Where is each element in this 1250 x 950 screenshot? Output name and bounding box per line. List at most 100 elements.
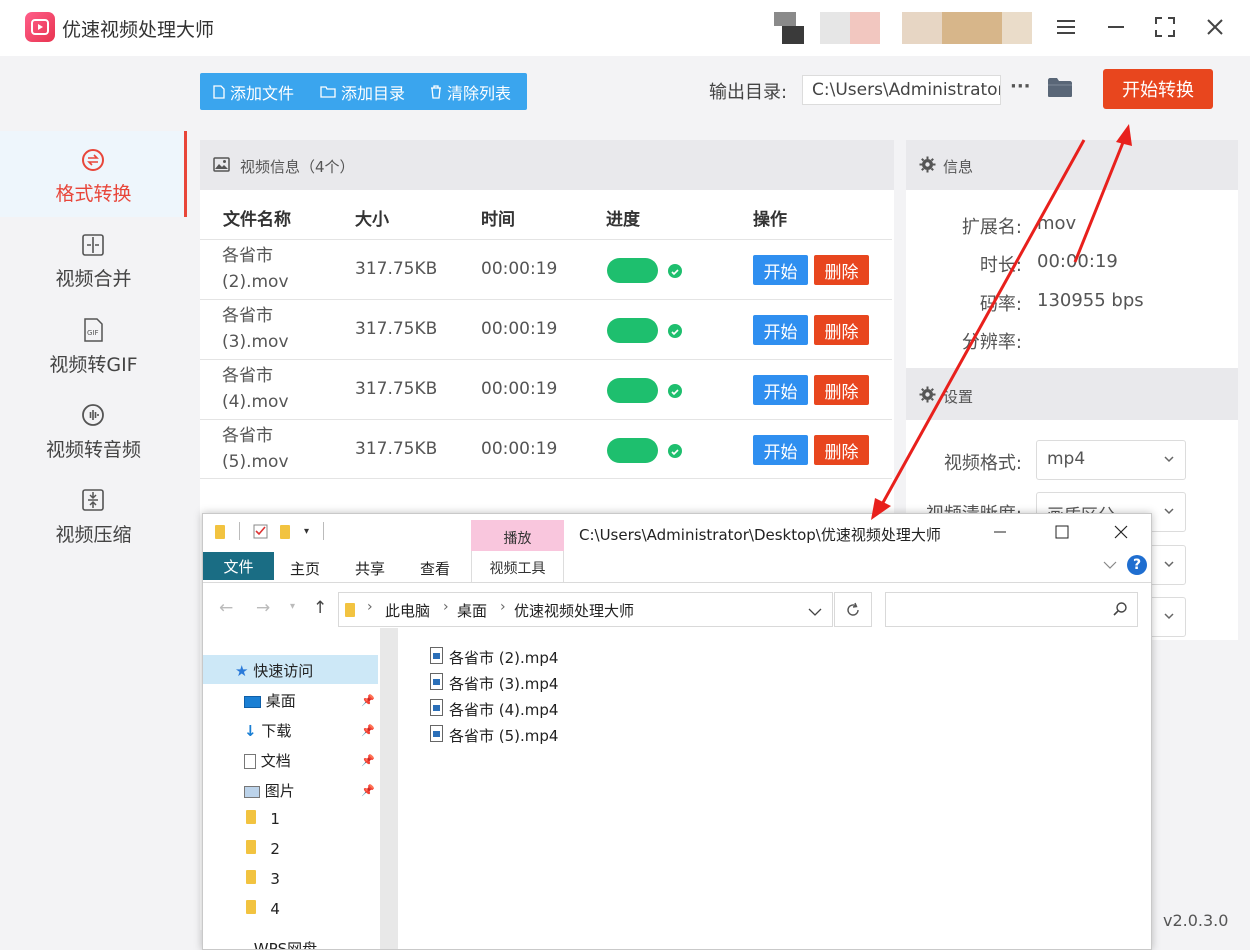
file-item[interactable]: 各省市 (3).mp4 <box>449 673 558 694</box>
sidebar-item-compress[interactable]: 视频压缩 <box>0 474 187 560</box>
explorer-minimize-button[interactable] <box>993 524 1007 543</box>
breadcrumb-this-pc[interactable]: 此电脑 <box>385 600 430 621</box>
output-dir-field[interactable]: C:\Users\Administrator\ <box>802 75 1001 105</box>
nav-item-pictures[interactable]: 图片 <box>244 780 295 801</box>
sidebar-item-label: 视频转GIF <box>49 354 138 376</box>
recent-locations-icon[interactable]: ▾ <box>290 601 295 612</box>
format-select[interactable]: mp4 <box>1036 440 1186 480</box>
sidebar-item-gif[interactable]: GIF 视频转GIF <box>0 303 187 389</box>
desktop-icon <box>244 695 261 708</box>
nav-item-folder-1[interactable]: 1 <box>246 810 280 828</box>
user-avatar-blurred <box>762 12 1032 44</box>
gif-icon: GIF <box>84 318 103 342</box>
file-button-group: 添加文件 添加目录 清除列表 <box>200 73 527 110</box>
nav-item-documents[interactable]: 文档 <box>244 750 291 771</box>
ribbon-tab-home[interactable]: 主页 <box>290 558 320 579</box>
file-name: 各省市 (4).mov <box>222 366 289 412</box>
help-icon[interactable]: ? <box>1127 555 1147 575</box>
progress-bar <box>607 318 658 343</box>
pin-icon: 📌 <box>361 784 375 797</box>
sidebar-item-audio[interactable]: 视频转音频 <box>0 388 187 474</box>
address-dropdown-icon[interactable] <box>808 602 822 621</box>
ext-label: 扩展名: <box>961 217 1022 238</box>
sidebar-item-format-convert[interactable]: 格式转换 <box>0 131 187 217</box>
nav-item-folder-4[interactable]: 4 <box>246 900 280 918</box>
new-folder-icon[interactable] <box>280 524 290 543</box>
start-button[interactable]: 开始 <box>753 375 808 405</box>
nav-item-folder-2[interactable]: 2 <box>246 840 280 858</box>
delete-button[interactable]: 删除 <box>814 375 869 405</box>
menu-button[interactable] <box>1046 10 1086 44</box>
ribbon-context-tab[interactable]: 播放 <box>471 520 564 551</box>
start-button[interactable]: 开始 <box>753 315 808 345</box>
open-folder-button[interactable] <box>1047 77 1073 102</box>
explorer-title: C:\Users\Administrator\Desktop\优速视频处理大师 <box>579 526 941 544</box>
breadcrumb-desktop[interactable]: 桌面 <box>457 600 487 621</box>
nav-item-folder-3[interactable]: 3 <box>246 870 280 888</box>
format-convert-icon <box>82 149 104 171</box>
refresh-icon <box>847 602 859 616</box>
progress-bar <box>607 258 658 283</box>
delete-button[interactable]: 删除 <box>814 435 869 465</box>
nav-item-desktop[interactable]: 桌面 <box>244 690 296 711</box>
delete-button[interactable]: 删除 <box>814 315 869 345</box>
delete-button[interactable]: 删除 <box>814 255 869 285</box>
video-file-icon <box>430 647 443 664</box>
ribbon-tab-share[interactable]: 共享 <box>355 558 385 579</box>
ribbon-context-group[interactable]: 视频工具 <box>471 551 564 583</box>
video-file-icon <box>430 673 443 690</box>
folder-icon <box>246 810 256 824</box>
clear-list-button[interactable]: 清除列表 <box>430 73 511 110</box>
explorer-maximize-button[interactable] <box>1055 524 1069 543</box>
file-item[interactable]: 各省市 (5).mp4 <box>449 725 558 746</box>
divider <box>323 522 324 540</box>
format-label: 视频格式: <box>943 453 1022 474</box>
nav-item-wps-cloud[interactable]: ☁ WPS网盘 <box>235 938 317 949</box>
back-arrow-icon[interactable]: ← <box>219 598 233 618</box>
trash-icon <box>431 84 441 99</box>
chevron-down-icon <box>1164 456 1174 463</box>
add-directory-button[interactable]: 添加目录 <box>320 73 405 110</box>
chevron-right-icon: › <box>500 599 506 615</box>
sidebar-item-label: 格式转换 <box>55 183 132 205</box>
customize-toolbar-icon[interactable]: ▾ <box>304 526 309 537</box>
file-item[interactable]: 各省市 (4).mp4 <box>449 699 558 720</box>
table-row: 各省市 (2).mov 317.75KB 00:00:19 开始 删除 <box>200 239 892 299</box>
close-button[interactable] <box>1195 10 1235 44</box>
file-item[interactable]: 各省市 (2).mp4 <box>449 647 558 668</box>
file-explorer-window: ▾ 播放 视频工具 C:\Users\Administrator\Desktop… <box>202 513 1152 950</box>
gear-icon <box>919 156 936 173</box>
file-name: 各省市 (3).mov <box>222 306 289 352</box>
more-options-button[interactable]: ··· <box>1010 76 1032 97</box>
forward-arrow-icon[interactable]: → <box>256 598 270 618</box>
duration-value: 00:00:19 <box>1037 251 1118 272</box>
column-header-action: 操作 <box>753 210 787 230</box>
breadcrumb-folder[interactable]: 优速视频处理大师 <box>514 600 634 621</box>
file-size: 317.75KB <box>355 379 438 399</box>
add-file-button[interactable]: 添加文件 <box>213 73 294 110</box>
start-convert-button[interactable]: 开始转换 <box>1103 69 1213 109</box>
ribbon-expand-icon[interactable] <box>1103 558 1117 574</box>
explorer-close-button[interactable] <box>1114 524 1128 543</box>
menu-icon <box>1057 20 1075 34</box>
ribbon-tab-file[interactable]: 文件 <box>203 552 274 580</box>
check-icon <box>668 384 682 398</box>
audio-icon <box>82 404 104 426</box>
minimize-button[interactable] <box>1096 10 1136 44</box>
nav-scrollbar[interactable] <box>380 628 398 949</box>
chevron-down-icon <box>1164 508 1174 515</box>
refresh-button[interactable] <box>834 592 872 627</box>
search-input[interactable] <box>885 592 1138 627</box>
nav-item-downloads[interactable]: ↓ 下载 <box>244 720 291 741</box>
start-button[interactable]: 开始 <box>753 435 808 465</box>
sidebar-item-merge[interactable]: 视频合并 <box>0 217 187 303</box>
pictures-icon <box>244 785 260 798</box>
file-size: 317.75KB <box>355 259 438 279</box>
document-icon <box>244 754 256 769</box>
up-arrow-icon[interactable]: ↑ <box>313 598 327 618</box>
fullscreen-button[interactable] <box>1145 10 1185 44</box>
nav-item-quick-access[interactable]: ★ 快速访问 <box>235 660 313 681</box>
start-button[interactable]: 开始 <box>753 255 808 285</box>
chevron-down-icon <box>1164 561 1174 568</box>
ribbon-tab-view[interactable]: 查看 <box>420 558 450 579</box>
